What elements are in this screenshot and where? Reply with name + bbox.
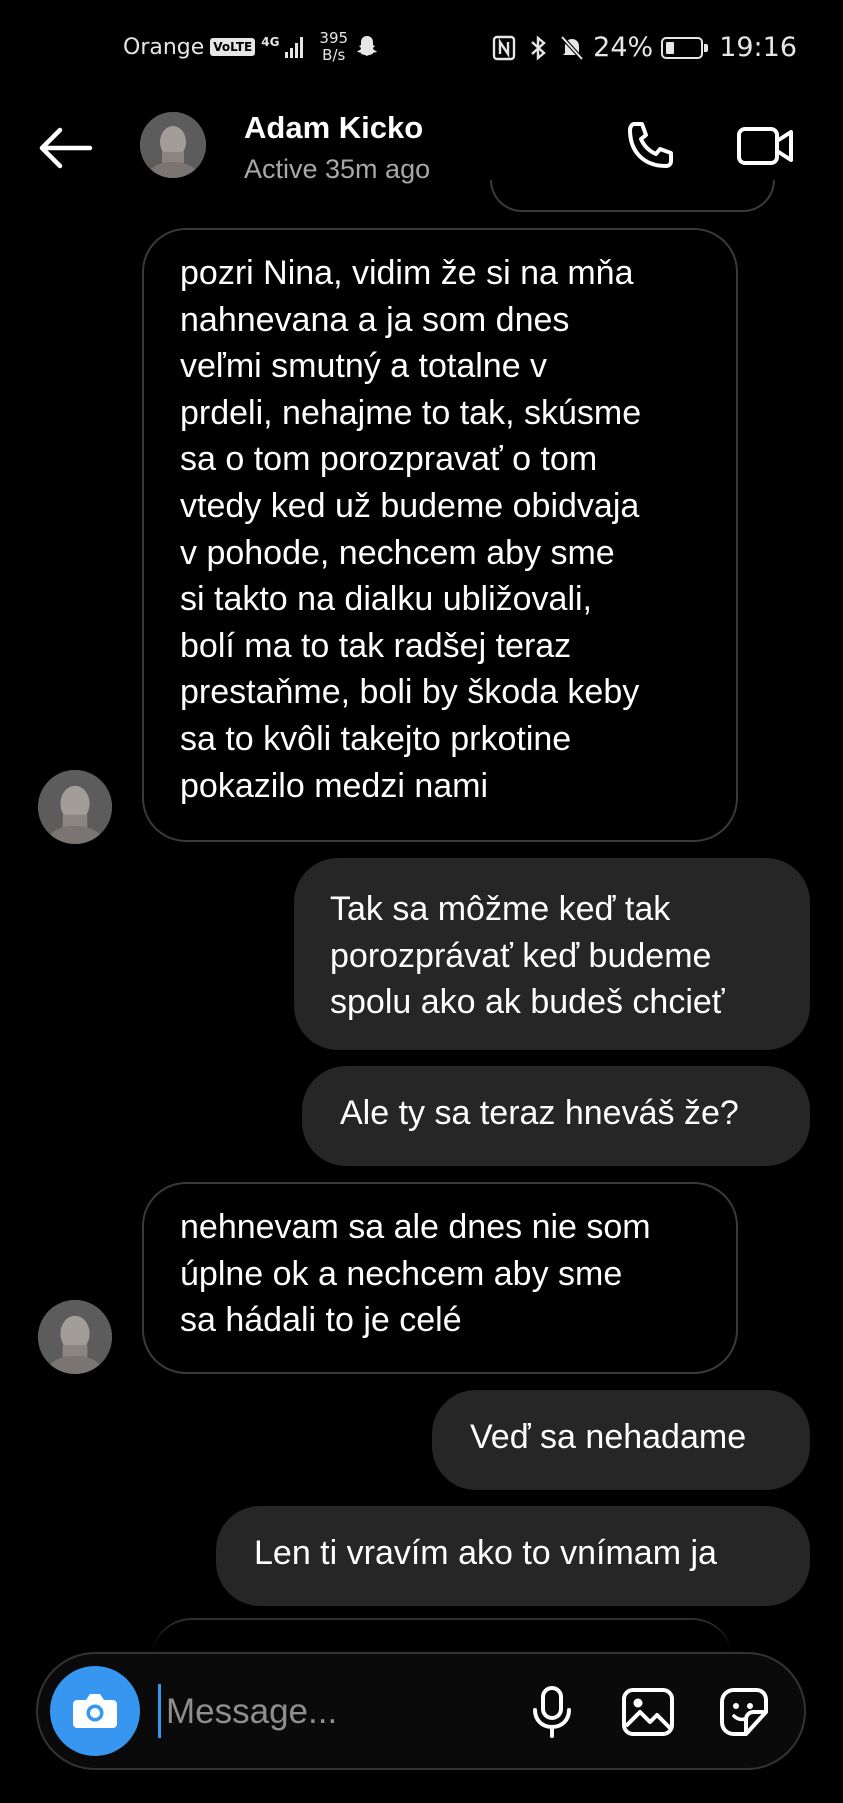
speed-value: 395 xyxy=(319,29,349,47)
back-arrow-icon[interactable] xyxy=(36,126,94,170)
message-input[interactable] xyxy=(158,1682,458,1742)
message-sent[interactable]: Len ti vravím ako to vnímam ja xyxy=(216,1506,810,1606)
bluetooth-icon xyxy=(531,34,546,61)
camera-icon xyxy=(73,1694,117,1728)
message-sent[interactable]: Veď sa nehadame xyxy=(432,1390,810,1490)
speed-unit: B/s xyxy=(322,46,346,64)
message-text: nehnevam sa ale dnes nie som úplne ok a … xyxy=(180,1208,651,1340)
message-text: Tak sa môžme keď tak porozprávať keď bud… xyxy=(330,890,725,1022)
message-sent[interactable]: Tak sa môžme keď tak porozprávať keď bud… xyxy=(294,858,810,1050)
status-left: Orange VoLTE 4G 395 B/s xyxy=(123,30,380,64)
battery-icon xyxy=(661,36,709,59)
video-camera-icon[interactable] xyxy=(736,116,796,176)
contact-name[interactable]: Adam Kicko xyxy=(244,110,423,146)
sticker-icon[interactable] xyxy=(714,1682,774,1742)
sender-avatar[interactable] xyxy=(38,770,112,844)
gallery-icon[interactable] xyxy=(618,1682,678,1742)
nfc-icon xyxy=(492,35,516,60)
avatar-face-icon xyxy=(38,1300,112,1374)
previous-message-bubble xyxy=(490,180,775,212)
avatar[interactable] xyxy=(140,112,206,178)
message-received[interactable]: pozri Nina, vidim že si na mňa nahnevana… xyxy=(142,228,738,842)
signal-icon xyxy=(285,36,304,58)
status-right: 24% 19:16 xyxy=(491,32,797,63)
avatar-face-icon xyxy=(38,770,112,844)
carrier-name: Orange xyxy=(123,34,205,60)
volte-badge: VoLTE xyxy=(210,38,256,56)
contact-status: Active 35m ago xyxy=(244,154,431,184)
message-received[interactable]: nehnevam sa ale dnes nie som úplne ok a … xyxy=(142,1182,738,1374)
message-text: Veď sa nehadame xyxy=(470,1418,747,1456)
status-bar: Orange VoLTE 4G 395 B/s 24% 19:16 xyxy=(0,0,843,100)
message-text: pozri Nina, vidim že si na mňa nahnevana… xyxy=(180,254,642,805)
battery-fill xyxy=(666,41,675,54)
sender-avatar[interactable] xyxy=(38,1300,112,1374)
message-sent[interactable]: Ale ty sa teraz hneváš že? xyxy=(302,1066,810,1166)
message-text: Ale ty sa teraz hneváš že? xyxy=(340,1094,739,1132)
snapchat-icon xyxy=(357,36,378,56)
microphone-icon[interactable] xyxy=(522,1682,582,1742)
network-speed: 395 B/s xyxy=(319,30,348,64)
mute-bell-icon xyxy=(560,35,584,60)
camera-button[interactable] xyxy=(50,1666,140,1756)
clock: 19:16 xyxy=(719,32,797,63)
network-type: 4G xyxy=(261,35,280,49)
battery-percent: 24% xyxy=(593,32,654,63)
avatar-face-icon xyxy=(140,112,206,178)
message-composer xyxy=(36,1652,806,1770)
message-text: Len ti vravím ako to vnímam ja xyxy=(254,1534,717,1572)
phone-icon[interactable] xyxy=(620,116,680,176)
